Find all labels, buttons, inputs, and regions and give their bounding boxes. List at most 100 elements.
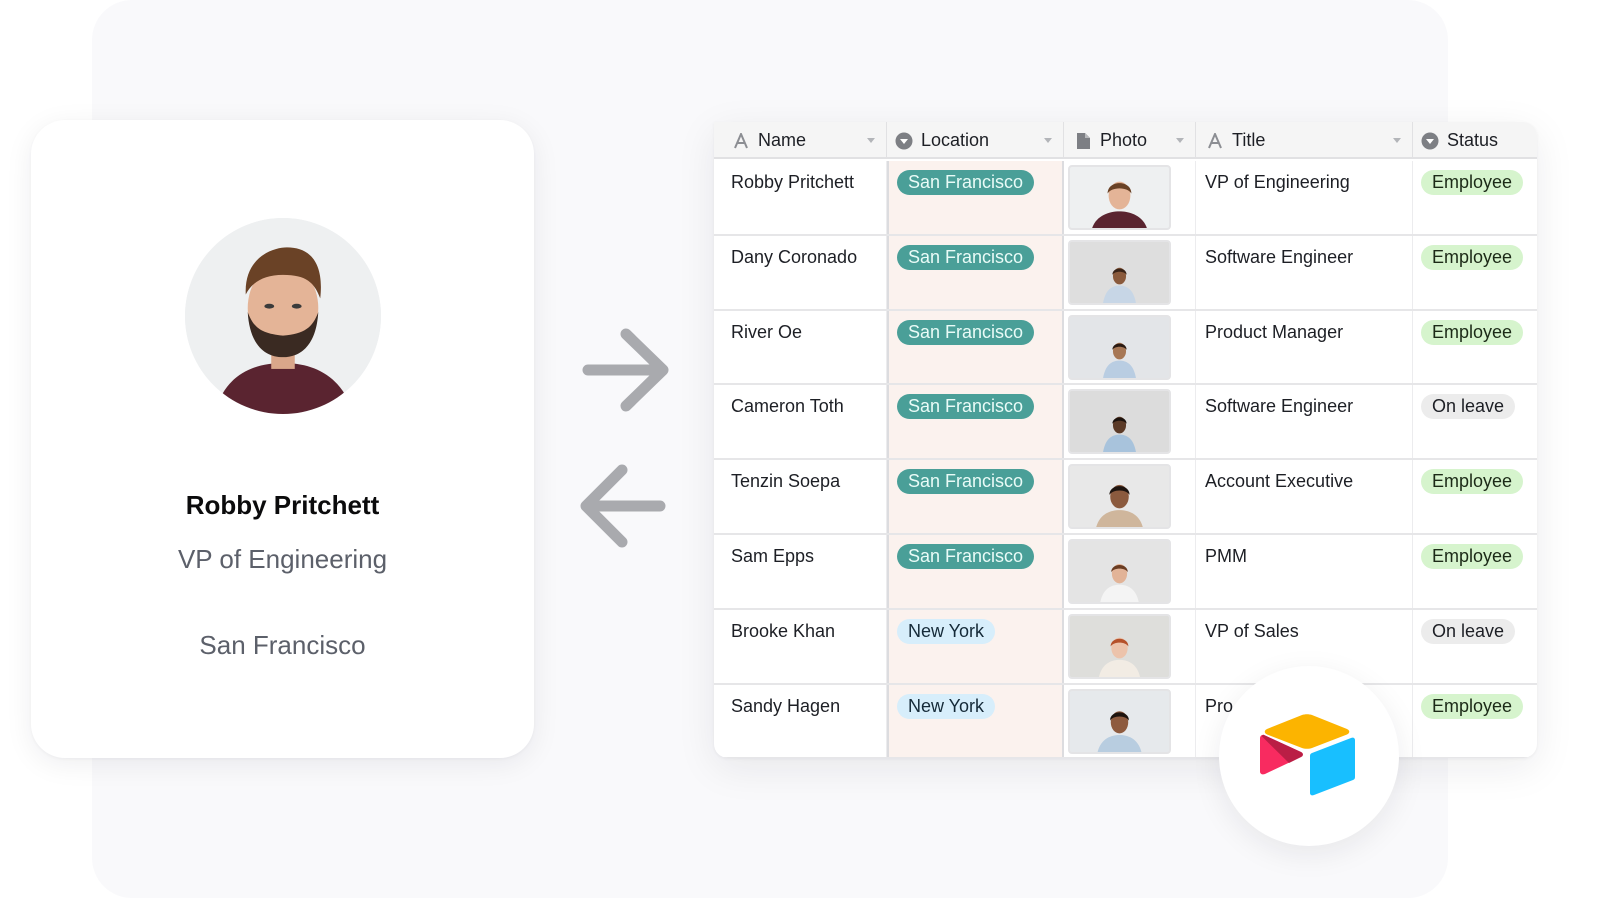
cell-status[interactable]: Employee: [1413, 161, 1537, 234]
records-grid: Name Location Photo Title Status Robby P…: [714, 122, 1537, 758]
profile-title: VP of Engineering: [177, 544, 388, 574]
profile-card: Robby Pritchett VP of Engineering San Fr…: [31, 120, 534, 758]
status-pill: Employee: [1421, 543, 1524, 569]
cell-location[interactable]: San Francisco: [887, 310, 1064, 384]
cell-name[interactable]: Robby Pritchett: [714, 161, 887, 234]
cell-name[interactable]: River Oe: [714, 310, 887, 384]
cell-location[interactable]: San Francisco: [887, 385, 1064, 459]
cell-photo[interactable]: [1064, 310, 1196, 384]
column-label: Title: [1232, 130, 1266, 150]
text-field-icon: [1206, 132, 1224, 150]
title-text: VP of Engineering: [1205, 172, 1350, 192]
cell-title[interactable]: Product Manager: [1196, 310, 1413, 384]
location-pill: San Francisco: [897, 319, 1035, 345]
cell-photo[interactable]: [1064, 609, 1196, 683]
grid-rows: Robby Pritchett San Francisco VP of Engi…: [714, 161, 1537, 758]
cell-title[interactable]: PMM: [1196, 534, 1413, 608]
cell-status[interactable]: Employee: [1413, 535, 1537, 608]
status-pill: On leave: [1421, 618, 1516, 644]
cell-title[interactable]: VP of Engineering: [1196, 161, 1413, 234]
cell-location[interactable]: New York: [887, 609, 1064, 683]
table-row[interactable]: Cameron Toth San Francisco Software Engi…: [714, 385, 1537, 461]
column-header-status[interactable]: Status: [1413, 122, 1537, 159]
airtable-logo-icon: [1260, 714, 1355, 796]
column-label: Name: [758, 130, 807, 150]
location-pill: San Francisco: [897, 244, 1035, 270]
arrow-left-icon: [580, 464, 666, 548]
person-photo-icon: [185, 218, 381, 414]
cell-name[interactable]: Cameron Toth: [714, 385, 887, 459]
cell-status[interactable]: On leave: [1413, 385, 1537, 458]
cell-title[interactable]: Account Executive: [1196, 460, 1413, 533]
cell-title[interactable]: Software Engineer: [1196, 385, 1413, 459]
photo-thumbnail[interactable]: [1068, 314, 1171, 380]
status-pill: Employee: [1421, 244, 1524, 270]
column-header-photo[interactable]: Photo: [1064, 122, 1196, 159]
cell-status[interactable]: Employee: [1413, 460, 1537, 533]
table-row[interactable]: Sandy Hagen New York Pro Employee: [714, 684, 1537, 758]
table-row[interactable]: Dany Coronado San Francisco Software Eng…: [714, 235, 1537, 311]
status-pill: On leave: [1421, 394, 1516, 420]
column-header-location[interactable]: Location: [887, 122, 1064, 159]
cell-photo[interactable]: [1064, 684, 1196, 758]
location-pill: San Francisco: [897, 170, 1035, 195]
cell-status[interactable]: Employee: [1413, 685, 1537, 758]
name-text: Sandy Hagen: [731, 695, 841, 716]
location-pill: San Francisco: [897, 543, 1035, 569]
cell-location[interactable]: New York: [887, 684, 1064, 758]
cell-status[interactable]: Employee: [1413, 311, 1537, 384]
cell-location[interactable]: San Francisco: [887, 534, 1064, 608]
table-row[interactable]: Brooke Khan New York VP of Sales On leav…: [714, 609, 1537, 685]
grid-header: Name Location Photo Title Status: [714, 122, 1537, 159]
title-text: Software Engineer: [1205, 246, 1354, 267]
text-field-icon: [732, 132, 750, 150]
status-pill: Employee: [1421, 319, 1524, 345]
single-select-icon: [895, 132, 913, 150]
cell-name[interactable]: Sandy Hagen: [714, 684, 887, 758]
photo-thumbnail[interactable]: [1068, 538, 1171, 604]
chevron-down-icon[interactable]: [1044, 138, 1052, 143]
cell-location[interactable]: San Francisco: [887, 235, 1064, 309]
cell-name[interactable]: Tenzin Soepa: [714, 460, 887, 533]
status-pill: Employee: [1421, 469, 1524, 495]
airtable-logo-badge: [1219, 666, 1399, 846]
photo-thumbnail[interactable]: [1068, 239, 1171, 305]
cell-status[interactable]: Employee: [1413, 236, 1537, 309]
chevron-down-icon[interactable]: [1176, 138, 1184, 143]
cell-name[interactable]: Sam Epps: [714, 534, 887, 608]
table-row[interactable]: Tenzin Soepa San Francisco Account Execu…: [714, 460, 1537, 535]
column-label: Photo: [1100, 130, 1148, 150]
profile-name: Robby Pritchett: [185, 490, 380, 520]
photo-thumbnail[interactable]: [1068, 389, 1171, 455]
cell-name[interactable]: Dany Coronado: [714, 235, 887, 309]
cell-location[interactable]: San Francisco: [887, 161, 1064, 234]
cell-photo[interactable]: [1064, 161, 1196, 234]
title-text: VP of Sales: [1205, 620, 1299, 641]
cell-location[interactable]: San Francisco: [887, 460, 1064, 533]
cell-photo[interactable]: [1064, 235, 1196, 309]
photo-thumbnail[interactable]: [1068, 688, 1171, 754]
column-header-name[interactable]: Name: [714, 122, 887, 159]
cell-photo[interactable]: [1064, 385, 1196, 459]
location-pill: New York: [897, 618, 996, 644]
cell-photo[interactable]: [1064, 534, 1196, 608]
arrow-right-icon: [582, 328, 669, 412]
cell-photo[interactable]: [1064, 460, 1196, 533]
table-row[interactable]: Sam Epps San Francisco PMM Employee: [714, 534, 1537, 610]
column-header-title[interactable]: Title: [1196, 122, 1413, 159]
chevron-down-icon[interactable]: [1393, 138, 1401, 143]
location-pill: San Francisco: [897, 394, 1035, 420]
photo-thumbnail[interactable]: [1068, 165, 1171, 230]
photo-thumbnail[interactable]: [1068, 464, 1171, 530]
table-row[interactable]: River Oe San Francisco Product Manager E…: [714, 310, 1537, 386]
name-text: Cameron Toth: [731, 396, 844, 417]
cell-name[interactable]: Brooke Khan: [714, 609, 887, 683]
title-text: Account Executive: [1205, 471, 1354, 492]
photo-thumbnail[interactable]: [1068, 613, 1171, 679]
name-text: Robby Pritchett: [731, 172, 855, 192]
chevron-down-icon[interactable]: [867, 138, 875, 143]
table-row[interactable]: Robby Pritchett San Francisco VP of Engi…: [714, 161, 1537, 236]
cell-title[interactable]: Software Engineer: [1196, 235, 1413, 309]
cell-status[interactable]: On leave: [1413, 610, 1537, 683]
name-text: Sam Epps: [731, 545, 815, 566]
